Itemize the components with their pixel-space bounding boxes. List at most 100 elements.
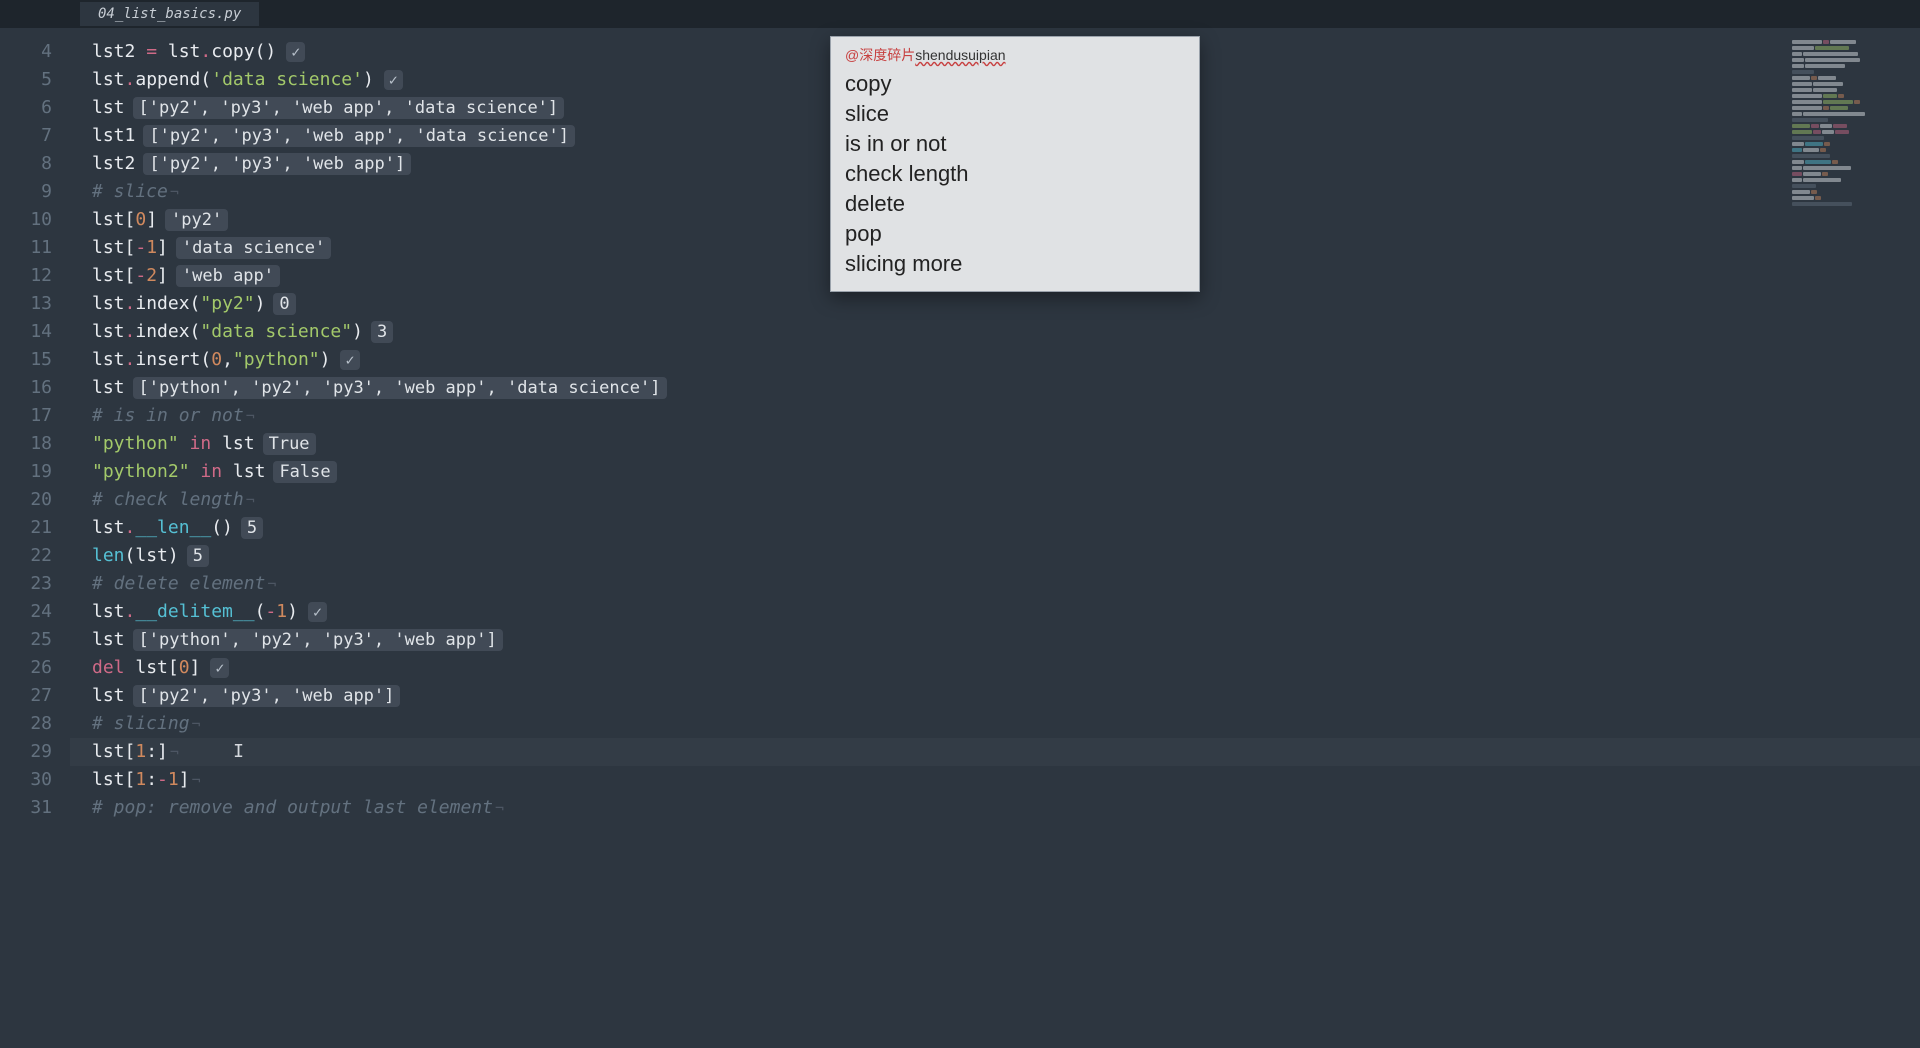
token: 0: [211, 346, 222, 374]
code-line[interactable]: lst.__len__()5: [92, 514, 1920, 542]
token: .: [200, 38, 211, 66]
token: lst[: [92, 206, 135, 234]
token: index: [135, 290, 189, 318]
token: lst: [92, 374, 125, 402]
token: "python": [92, 430, 179, 458]
code-line[interactable]: lst[1:-1]¬: [92, 766, 1920, 794]
token: lst: [92, 514, 125, 542]
line-number: 12: [0, 262, 52, 290]
line-number: 31: [0, 794, 52, 822]
code-line[interactable]: # delete element¬: [92, 570, 1920, 598]
code-line[interactable]: lst['py2', 'py3', 'web app']: [92, 682, 1920, 710]
check-icon: ✓: [340, 350, 359, 370]
token: :]: [146, 738, 168, 766]
eol-marker: ¬: [495, 794, 504, 822]
popup-author: @深度碎片: [845, 47, 915, 63]
token: lst: [92, 94, 125, 122]
line-number: 6: [0, 94, 52, 122]
code-line[interactable]: lst[1:]¬ I: [70, 738, 1920, 766]
line-number: 19: [0, 458, 52, 486]
token: 1: [135, 738, 146, 766]
line-number: 7: [0, 122, 52, 150]
line-number: 22: [0, 542, 52, 570]
line-number: 18: [0, 430, 52, 458]
popup-item[interactable]: pop: [845, 219, 1185, 249]
code-line[interactable]: lst.index("py2")0: [92, 290, 1920, 318]
code-line[interactable]: del lst[0]✓: [92, 654, 1920, 682]
popup-item[interactable]: delete: [845, 189, 1185, 219]
line-number: 27: [0, 682, 52, 710]
token: insert: [135, 346, 200, 374]
code-line[interactable]: lst.__delitem__(-1)✓: [92, 598, 1920, 626]
token: # delete element: [92, 570, 265, 598]
token: lst: [92, 66, 125, 94]
code-line[interactable]: lst['python', 'py2', 'py3', 'web app']: [92, 626, 1920, 654]
token: lst: [92, 626, 125, 654]
popup-item[interactable]: check length: [845, 159, 1185, 189]
token: (): [211, 514, 233, 542]
inline-result-badge: 3: [371, 321, 393, 343]
check-icon: ✓: [384, 70, 403, 90]
popup-item[interactable]: is in or not: [845, 129, 1185, 159]
token: # pop: remove and output last element: [92, 794, 493, 822]
token: .: [125, 346, 136, 374]
eol-marker: ¬: [170, 738, 179, 766]
token: lst[: [92, 262, 135, 290]
code-line[interactable]: # is in or not¬: [92, 402, 1920, 430]
inline-result-badge: False: [273, 461, 336, 483]
line-number: 26: [0, 654, 52, 682]
inline-result-badge: ['python', 'py2', 'py3', 'web app', 'dat…: [133, 377, 667, 399]
token: lst2: [92, 38, 146, 66]
token: 1: [168, 766, 179, 794]
token: lst: [92, 346, 125, 374]
code-line[interactable]: lst ['python', 'py2', 'py3', 'web app', '…: [92, 374, 1920, 402]
code-line[interactable]: lst.insert(0,"python")✓: [92, 346, 1920, 374]
popup-item[interactable]: slice: [845, 99, 1185, 129]
line-number: 14: [0, 318, 52, 346]
token: ]: [157, 262, 168, 290]
tab-bar: 04_list_basics.py: [0, 0, 1920, 28]
popup-heading: @深度碎片shendusuipian: [845, 45, 1185, 65]
line-number: 28: [0, 710, 52, 738]
code-line[interactable]: # pop: remove and output last element¬: [92, 794, 1920, 822]
popup-item[interactable]: copy: [845, 69, 1185, 99]
token: __delitem__: [135, 598, 254, 626]
token: lst: [211, 430, 254, 458]
token: "python2": [92, 458, 190, 486]
popup-item[interactable]: slicing more: [845, 249, 1185, 279]
token: ): [287, 598, 298, 626]
line-number: 11: [0, 234, 52, 262]
code-line[interactable]: "python2" in lstFalse: [92, 458, 1920, 486]
token: ): [255, 290, 266, 318]
file-tab[interactable]: 04_list_basics.py: [80, 2, 259, 26]
code-line[interactable]: # check length¬: [92, 486, 1920, 514]
token: __len__: [135, 514, 211, 542]
token: -: [157, 766, 168, 794]
minimap[interactable]: [1792, 40, 1912, 260]
token: 0: [135, 206, 146, 234]
code-line[interactable]: len(lst)5: [92, 542, 1920, 570]
code-line[interactable]: lst.index("data science")3: [92, 318, 1920, 346]
token: 0: [179, 654, 190, 682]
line-number: 10: [0, 206, 52, 234]
code-line[interactable]: # slicing¬: [92, 710, 1920, 738]
code-line[interactable]: "python" in lstTrue: [92, 430, 1920, 458]
token: .: [125, 598, 136, 626]
line-number: 16: [0, 374, 52, 402]
eol-marker: ¬: [170, 178, 179, 206]
inline-result-badge: 'web app': [176, 265, 280, 287]
line-number: 23: [0, 570, 52, 598]
notes-popup: @深度碎片shendusuipian copysliceis in or not…: [830, 36, 1200, 292]
token: (: [190, 290, 201, 318]
token: -: [265, 598, 276, 626]
line-number: 15: [0, 346, 52, 374]
token: 2: [146, 262, 157, 290]
token: .: [125, 318, 136, 346]
inline-result-badge: 0: [273, 293, 295, 315]
token: .: [125, 514, 136, 542]
token: [179, 430, 190, 458]
token: lst: [92, 290, 125, 318]
token: lst[: [92, 766, 135, 794]
token: [190, 458, 201, 486]
line-number: 30: [0, 766, 52, 794]
